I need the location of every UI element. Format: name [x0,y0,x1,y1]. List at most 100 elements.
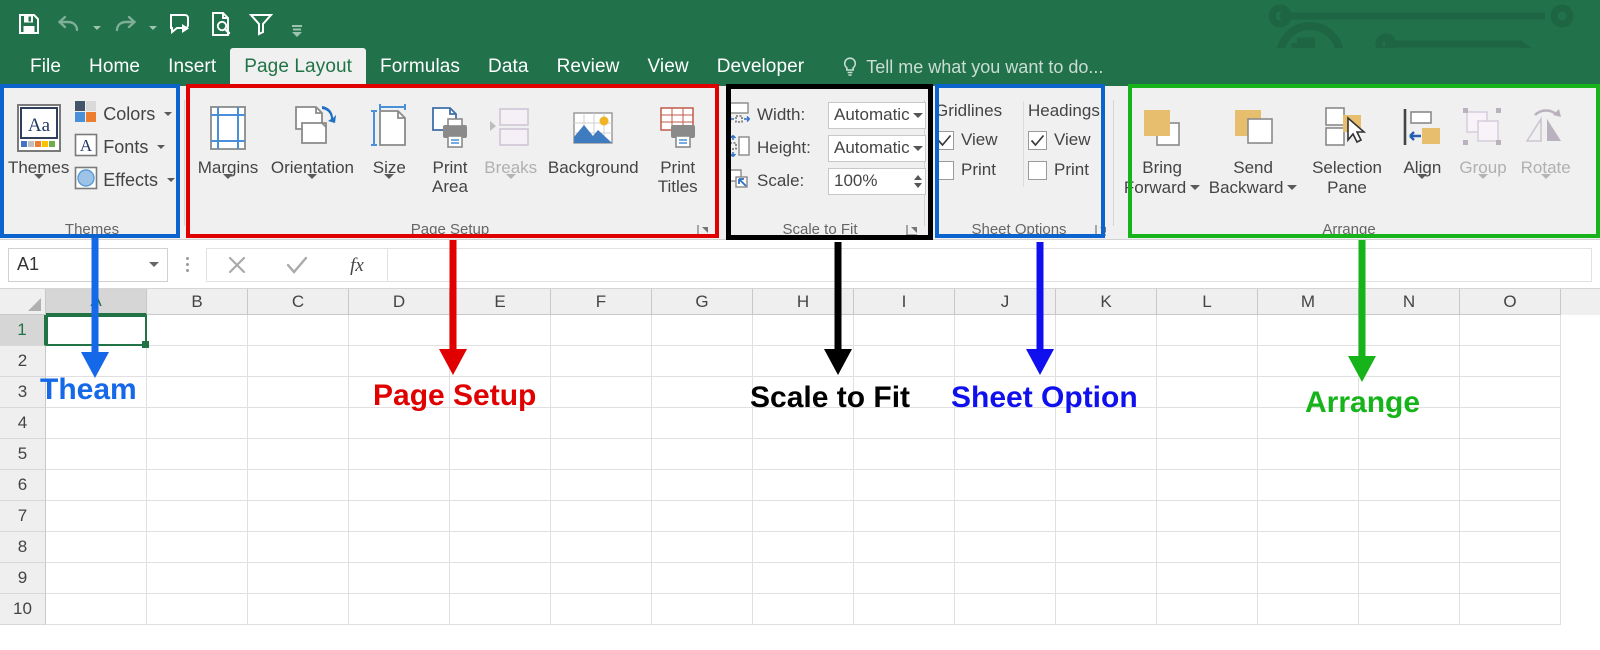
size-button[interactable]: Size [360,95,419,197]
grid-cell-A8[interactable] [46,532,147,563]
grid-cell-E5[interactable] [450,439,551,470]
column-header-E[interactable]: E [450,289,551,315]
grid-cell-I7[interactable] [854,501,955,532]
row-header-4[interactable]: 4 [0,408,46,439]
grid-cell-F8[interactable] [551,532,652,563]
bring-forward-button[interactable]: Bring Forward [1120,95,1204,197]
grid-cell-K9[interactable] [1056,563,1157,594]
tab-review[interactable]: Review [543,48,634,86]
column-header-B[interactable]: B [147,289,248,315]
grid-cell-K7[interactable] [1056,501,1157,532]
grid-cell-I2[interactable] [854,346,955,377]
row-header-10[interactable]: 10 [0,594,46,625]
grid-cell-H5[interactable] [753,439,854,470]
row-header-7[interactable]: 7 [0,501,46,532]
margins-button[interactable]: Margins [191,95,265,197]
theme-colors-dropdown-icon[interactable] [164,112,173,116]
undo-icon[interactable] [50,4,88,44]
grid-cell-O10[interactable] [1460,594,1561,625]
column-header-H[interactable]: H [753,289,854,315]
grid-cell-D8[interactable] [349,532,450,563]
themes-dropdown-icon[interactable] [33,174,44,197]
align-button[interactable]: Align [1392,95,1453,197]
grid-cell-G4[interactable] [652,408,753,439]
grid-cell-D9[interactable] [349,563,450,594]
grid-cell-N5[interactable] [1359,439,1460,470]
grid-cell-A10[interactable] [46,594,147,625]
grid-cell-E2[interactable] [450,346,551,377]
column-header-G[interactable]: G [652,289,753,315]
tab-developer[interactable]: Developer [703,48,819,86]
start-inking-icon[interactable] [162,4,200,44]
grid-cell-H8[interactable] [753,532,854,563]
grid-cell-E7[interactable] [450,501,551,532]
grid-cell-K6[interactable] [1056,470,1157,501]
grid-cell-D5[interactable] [349,439,450,470]
grid-cell-C10[interactable] [248,594,349,625]
grid-cell-K5[interactable] [1056,439,1157,470]
grid-cell-I6[interactable] [854,470,955,501]
grid-cell-B7[interactable] [147,501,248,532]
grid-cell-B3[interactable] [147,377,248,408]
scale-to-fit-dialog-launcher-icon[interactable] [906,224,918,236]
grid-cell-B10[interactable] [147,594,248,625]
grid-cell-G3[interactable] [652,377,753,408]
grid-cell-J9[interactable] [955,563,1056,594]
align-dropdown-icon[interactable] [1417,174,1428,197]
grid-cell-O2[interactable] [1460,346,1561,377]
grid-cell-D2[interactable] [349,346,450,377]
grid-cell-F2[interactable] [551,346,652,377]
grid-cell-L7[interactable] [1157,501,1258,532]
print-preview-icon[interactable] [202,4,240,44]
grid-cell-I10[interactable] [854,594,955,625]
select-all-corner[interactable] [0,289,46,315]
grid-cell-C5[interactable] [248,439,349,470]
scale-height-combo[interactable]: Automatic [828,134,926,162]
grid-cell-O9[interactable] [1460,563,1561,594]
grid-cell-O4[interactable] [1460,408,1561,439]
grid-cell-D1[interactable] [349,315,450,346]
orientation-dropdown-icon[interactable] [307,174,318,197]
row-header-5[interactable]: 5 [0,439,46,470]
grid-cell-E6[interactable] [450,470,551,501]
grid-cell-M10[interactable] [1258,594,1359,625]
gridlines-view-row[interactable]: View [933,125,1021,155]
group-button[interactable]: Group [1453,95,1514,197]
column-header-D[interactable]: D [349,289,450,315]
grid-cell-G2[interactable] [652,346,753,377]
page-setup-dialog-launcher-icon[interactable] [697,224,709,236]
breaks-button[interactable]: Breaks [481,95,540,197]
grid-cell-H9[interactable] [753,563,854,594]
grid-cell-J5[interactable] [955,439,1056,470]
formula-input[interactable] [388,247,1592,282]
enter-icon[interactable] [267,249,327,281]
grid-cell-E10[interactable] [450,594,551,625]
grid-cell-F10[interactable] [551,594,652,625]
grid-cell-J2[interactable] [955,346,1056,377]
row-header-8[interactable]: 8 [0,532,46,563]
grid-cell-C4[interactable] [248,408,349,439]
breaks-dropdown-icon[interactable] [505,174,516,197]
grid-cell-O8[interactable] [1460,532,1561,563]
grid-cell-H1[interactable] [753,315,854,346]
selection-pane-button[interactable]: Selection Pane [1302,95,1392,197]
customize-qat-icon[interactable] [282,4,312,44]
theme-colors-button[interactable]: Colors [71,99,178,129]
grid-cell-F1[interactable] [551,315,652,346]
cells-area[interactable] [46,315,1600,625]
grid-cell-G9[interactable] [652,563,753,594]
grid-cell-N8[interactable] [1359,532,1460,563]
grid-cell-K2[interactable] [1056,346,1157,377]
active-cell-A1[interactable] [46,315,149,348]
grid-cell-J8[interactable] [955,532,1056,563]
grid-cell-N9[interactable] [1359,563,1460,594]
spinner-arrows-icon[interactable] [914,174,922,188]
grid-cell-N6[interactable] [1359,470,1460,501]
grid-cell-C7[interactable] [248,501,349,532]
grid-cell-F9[interactable] [551,563,652,594]
grid-cell-G8[interactable] [652,532,753,563]
grid-cell-O1[interactable] [1460,315,1561,346]
tab-page-layout[interactable]: Page Layout [230,48,367,86]
grid-cell-E1[interactable] [450,315,551,346]
grid-cell-G7[interactable] [652,501,753,532]
